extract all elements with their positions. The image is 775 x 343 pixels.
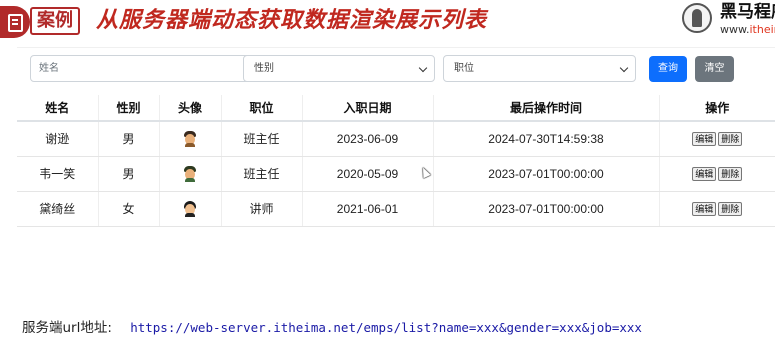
avatar <box>182 200 198 217</box>
column-header-gender: 性别 <box>97 95 159 122</box>
cell-actions: 编辑 删除 <box>658 156 775 192</box>
page-title: 从服务器端动态获取数据渲染展示列表 <box>96 8 488 33</box>
search-form: 姓名 性别 职位 查询 清空 <box>17 47 775 92</box>
job-select[interactable]: 职位 <box>443 55 636 82</box>
brand-logo: 黑马程序 www.itheima <box>682 0 775 38</box>
chevron-down-icon <box>418 63 428 73</box>
edit-button[interactable]: 编辑 <box>692 167 717 181</box>
job-select-value: 职位 <box>454 63 474 74</box>
server-url-label: 服务端url地址: <box>22 320 112 336</box>
clear-button[interactable]: 清空 <box>695 56 734 82</box>
cell-name: 韦一笑 <box>17 156 98 192</box>
cell-actions: 编辑 删除 <box>658 121 775 157</box>
cell-gender: 男 <box>97 156 159 192</box>
cell-avatar <box>158 156 221 192</box>
column-header-actions: 操作 <box>658 95 775 122</box>
cell-entry-date: 2020-05-09 <box>301 156 433 192</box>
edit-button[interactable]: 编辑 <box>692 202 717 216</box>
cell-avatar <box>158 191 221 227</box>
delete-button[interactable]: 删除 <box>718 132 743 147</box>
table-row: 韦一笑 男 班主任 2020-05-09 2023-07-01T00:00:00… <box>17 156 775 192</box>
name-input[interactable]: 姓名 <box>30 55 251 82</box>
logo-website-text: www.itheima <box>720 23 775 36</box>
column-header-entry-date: 入职日期 <box>301 95 433 122</box>
delete-button[interactable]: 删除 <box>718 167 743 181</box>
document-icon <box>0 6 30 38</box>
logo-chinese-text: 黑马程序 <box>720 2 775 22</box>
case-tag: 案例 <box>30 7 80 35</box>
header: 案例 从服务器端动态获取数据渲染展示列表 黑马程序 www.itheima <box>0 0 775 40</box>
column-header-name: 姓名 <box>17 95 98 122</box>
cell-job: 班主任 <box>220 121 302 157</box>
avatar <box>182 165 198 182</box>
server-url: https://web-server.itheima.net/emps/list… <box>130 320 642 335</box>
cell-avatar <box>158 121 221 157</box>
cell-actions: 编辑 删除 <box>658 191 775 227</box>
cell-name: 谢逊 <box>17 121 98 157</box>
cell-job: 班主任 <box>220 156 302 192</box>
avatar <box>182 130 198 147</box>
server-url-line: 服务端url地址: https://web-server.itheima.net… <box>22 316 642 336</box>
cell-gender: 女 <box>97 191 159 227</box>
column-header-update-time: 最后操作时间 <box>432 95 659 122</box>
gender-select-value: 性别 <box>254 63 274 74</box>
gender-select[interactable]: 性别 <box>243 55 435 82</box>
cell-gender: 男 <box>97 121 159 157</box>
horse-logo-icon <box>682 3 712 33</box>
cell-entry-date: 2023-06-09 <box>301 121 433 157</box>
cell-entry-date: 2021-06-01 <box>301 191 433 227</box>
cell-update-time: 2023-07-01T00:00:00 <box>432 191 659 227</box>
table-header-row: 姓名 性别 头像 职位 入职日期 最后操作时间 操作 <box>17 95 775 122</box>
column-header-avatar: 头像 <box>158 95 221 122</box>
column-header-job: 职位 <box>220 95 302 122</box>
table-row: 黛绮丝 女 讲师 2021-06-01 2023-07-01T00:00:00 … <box>17 191 775 227</box>
query-button[interactable]: 查询 <box>649 56 687 82</box>
table-row: 谢逊 男 班主任 2023-06-09 2024-07-30T14:59:38 … <box>17 121 775 157</box>
delete-button[interactable]: 删除 <box>718 202 743 216</box>
cell-update-time: 2024-07-30T14:59:38 <box>432 121 659 157</box>
edit-button[interactable]: 编辑 <box>692 132 717 147</box>
chevron-down-icon <box>619 63 629 73</box>
cell-name: 黛绮丝 <box>17 191 98 227</box>
cell-job: 讲师 <box>220 191 302 227</box>
cell-update-time: 2023-07-01T00:00:00 <box>432 156 659 192</box>
employee-table: 姓名 性别 头像 职位 入职日期 最后操作时间 操作 谢逊 男 班主任 2023… <box>17 95 775 227</box>
